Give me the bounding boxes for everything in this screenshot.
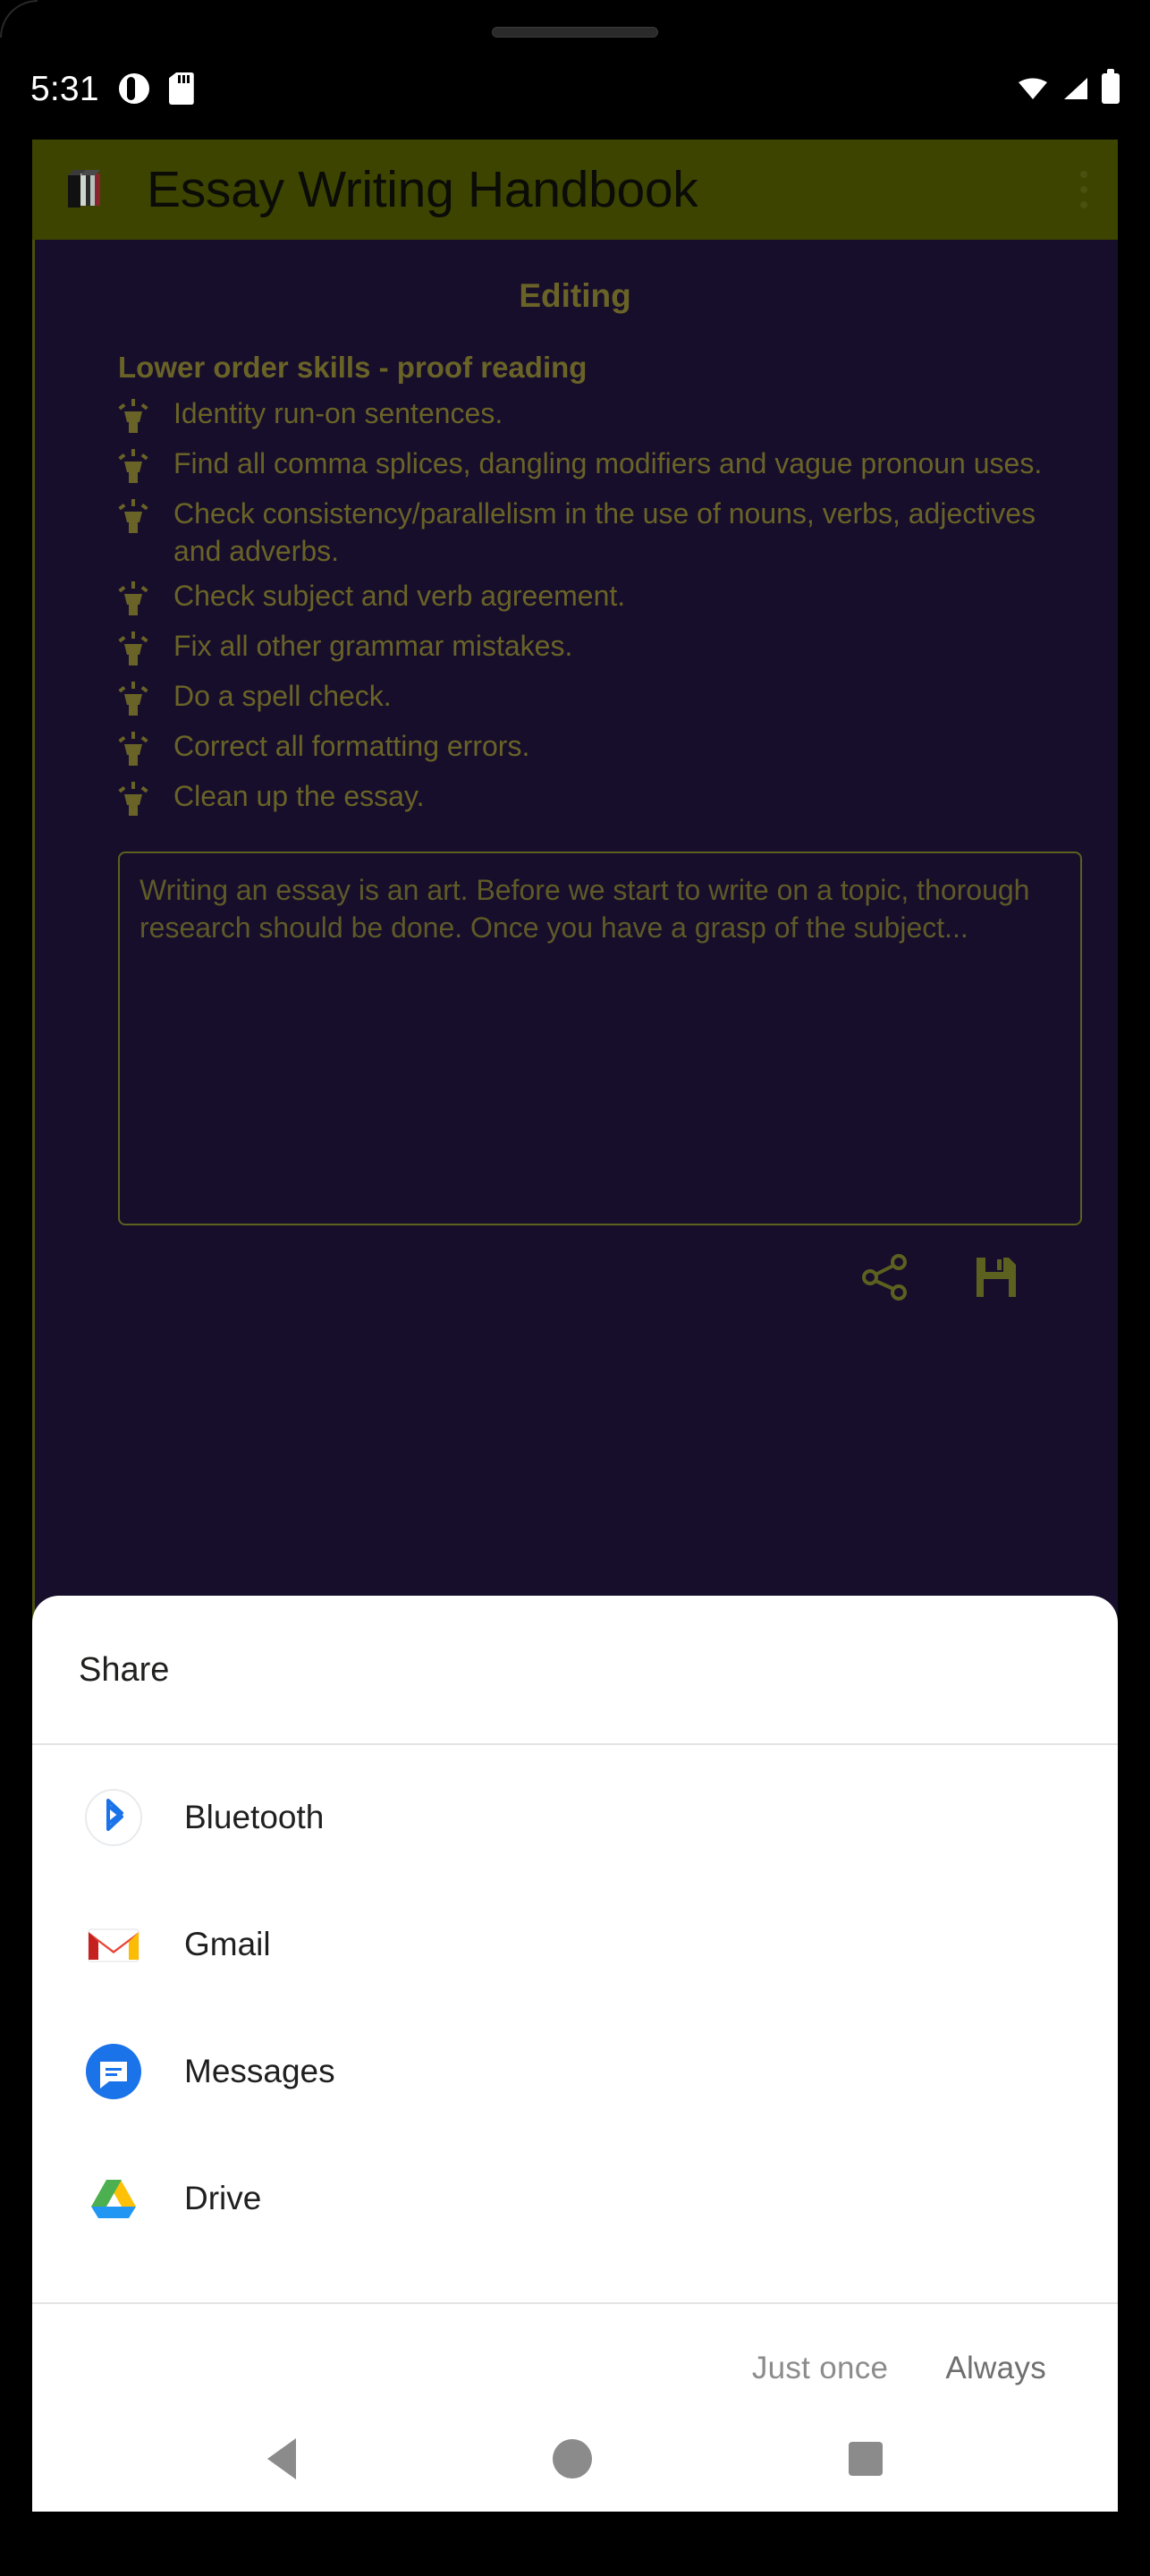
status-bar: 5:31	[0, 55, 1150, 122]
status-bar-clock: 5:31	[30, 69, 99, 108]
lightbulb-icon	[118, 499, 148, 538]
share-sheet-actions: Just once Always	[32, 2342, 1118, 2395]
action-row	[32, 1225, 1118, 1302]
essay-textarea-value: Writing an essay is an art. Before we st…	[140, 873, 1030, 945]
skills-list: Identity run-on sentences. Find all comm…	[32, 394, 1118, 821]
share-icon[interactable]	[860, 1252, 910, 1302]
status-bar-right	[1018, 69, 1120, 104]
wifi-icon	[1018, 77, 1048, 100]
lightbulb-icon	[118, 580, 148, 621]
list-item: Clean up the essay.	[118, 776, 1082, 821]
just-once-button[interactable]: Just once	[740, 2342, 901, 2395]
list-item: Find all comma splices, dangling modifie…	[118, 444, 1082, 488]
lightbulb-icon	[118, 631, 148, 671]
share-target-list: Bluetooth Gmail Messages Drive	[32, 1745, 1118, 2262]
share-target-bluetooth[interactable]: Bluetooth	[32, 1754, 1118, 1881]
essay-textarea[interactable]: Writing an essay is an art. Before we st…	[118, 851, 1082, 1225]
share-target-label: Bluetooth	[184, 1799, 325, 1835]
device-frame-corner	[0, 0, 38, 38]
messages-icon	[84, 2042, 143, 2101]
share-sheet-title: Share	[79, 1651, 170, 1689]
list-item-label: Fix all other grammar mistakes.	[173, 629, 573, 662]
lightbulb-icon	[118, 449, 148, 488]
list-item: Correct all formatting errors.	[118, 726, 1082, 771]
list-item: Check subject and verb agreement.	[118, 576, 1082, 621]
list-item-label: Clean up the essay.	[173, 779, 425, 812]
subsection-title: Lower order skills - proof reading	[118, 351, 588, 384]
share-target-label: Drive	[184, 2180, 262, 2216]
overflow-menu-icon[interactable]	[1075, 163, 1093, 216]
phone-screen: 5:31 Essay Writing Handbook Editing Lowe…	[0, 0, 1150, 2576]
app-bar: Essay Writing Handbook	[32, 140, 1118, 240]
alarm-icon	[118, 73, 149, 104]
lightbulb-icon	[118, 399, 148, 438]
recents-nav-button[interactable]	[848, 2442, 883, 2476]
list-item: Identity run-on sentences.	[118, 394, 1082, 438]
share-bottom-sheet: Share Bluetooth Gmail Messages Drive Jus…	[32, 1596, 1118, 2512]
share-target-messages[interactable]: Messages	[32, 2008, 1118, 2135]
share-target-label: Messages	[184, 2053, 335, 2089]
drive-icon	[84, 2169, 143, 2228]
lightbulb-icon	[118, 781, 148, 821]
status-bar-left: 5:31	[30, 72, 194, 106]
lightbulb-icon	[118, 681, 148, 721]
page-title: Essay Writing Handbook	[147, 161, 698, 218]
lightbulb-icon	[118, 731, 148, 771]
always-button[interactable]: Always	[933, 2342, 1059, 2395]
list-item-label: Correct all formatting errors.	[173, 729, 530, 762]
list-item-label: Identity run-on sentences.	[173, 397, 503, 429]
list-item-label: Check subject and verb agreement.	[173, 579, 626, 612]
sd-card-icon	[168, 72, 194, 105]
android-nav-bar	[32, 2406, 1118, 2512]
share-target-gmail[interactable]: Gmail	[32, 1881, 1118, 2008]
list-item-label: Check consistency/parallelism in the use…	[173, 497, 1036, 567]
earpiece-speaker	[492, 27, 658, 38]
list-item: Check consistency/parallelism in the use…	[118, 494, 1082, 571]
share-target-label: Gmail	[184, 1926, 271, 1962]
list-item-label: Find all comma splices, dangling modifie…	[173, 447, 1043, 479]
save-icon[interactable]	[971, 1252, 1021, 1302]
list-item: Do a spell check.	[118, 676, 1082, 721]
back-nav-button[interactable]	[267, 2438, 297, 2479]
content-area: Editing Lower order skills - proof readi…	[32, 240, 1118, 1635]
list-item: Fix all other grammar mistakes.	[118, 626, 1082, 671]
bluetooth-icon	[84, 1788, 143, 1847]
books-icon	[61, 165, 111, 215]
home-nav-button[interactable]	[552, 2439, 592, 2479]
share-target-drive[interactable]: Drive	[32, 2135, 1118, 2262]
section-title: Editing	[519, 277, 631, 314]
sheet-footer-divider	[32, 2302, 1118, 2304]
cell-signal-icon	[1061, 76, 1089, 101]
content-left-rule	[32, 240, 35, 1635]
gmail-icon	[84, 1915, 143, 1974]
battery-icon	[1102, 69, 1120, 104]
list-item-label: Do a spell check.	[173, 679, 392, 712]
